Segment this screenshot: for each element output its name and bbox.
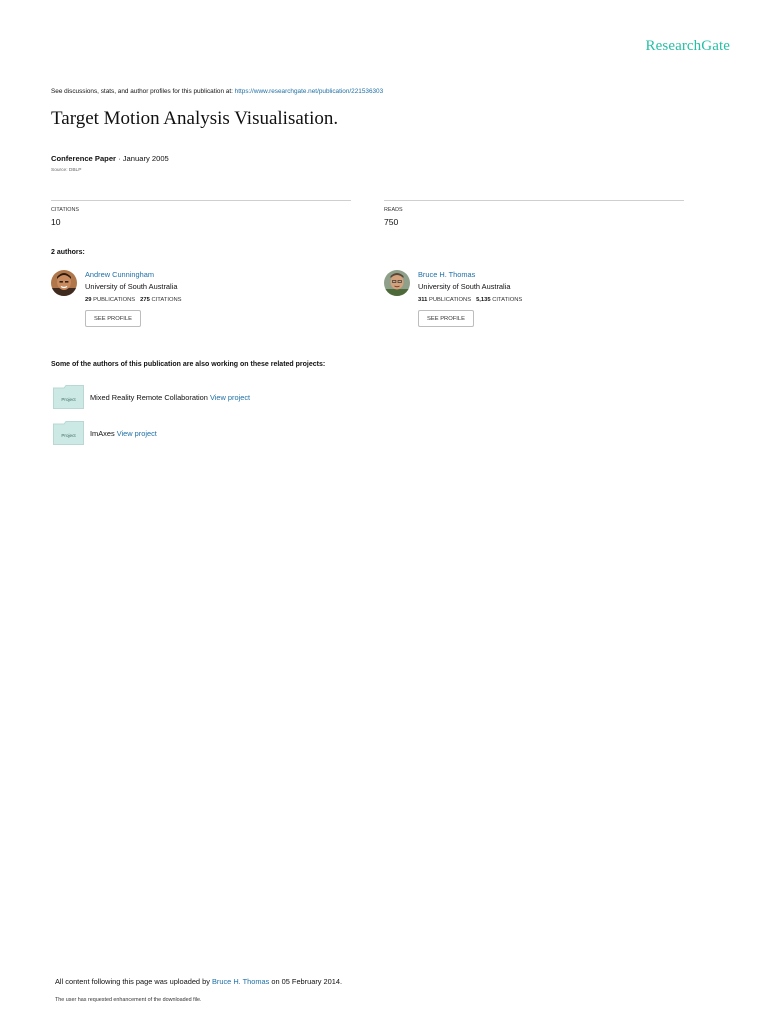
publications-label: PUBLICATIONS [428,297,472,303]
discussion-text: See discussions, stats, and author profi… [51,88,235,95]
project-name: ImAxes [90,429,115,438]
publications-count: 29 [85,297,92,303]
project-folder-icon: Project [53,421,84,445]
author-info: Bruce H. Thomas University of South Aust… [418,270,678,327]
author-name-link[interactable]: Andrew Cunningham [85,270,345,280]
see-profile-button[interactable]: SEE PROFILE [85,310,141,327]
enhancement-note: The user has requested enhancement of th… [55,997,202,1003]
author-stats: 29 PUBLICATIONS 275 CITATIONS [85,297,345,303]
avatar[interactable] [384,270,410,296]
publication-url-link[interactable]: https://www.researchgate.net/publication… [235,88,384,95]
view-project-link[interactable]: View project [117,429,157,438]
meta-separator: · [116,154,123,163]
uploader-link[interactable]: Bruce H. Thomas [212,977,269,986]
project-name: Mixed Reality Remote Collaboration [90,393,208,402]
avatar[interactable] [51,270,77,296]
citations-stat: CITATIONS 10 [51,200,351,227]
citations-count: 5,135 [476,297,491,303]
publications-label: PUBLICATIONS [93,297,136,303]
reads-stat: READS 750 [384,200,684,227]
project-icon-label: Project [61,433,76,438]
project-text: ImAxes View project [90,429,157,438]
project-folder-icon: Project [53,385,84,409]
author-stats: 311 PUBLICATIONS 5,135 CITATIONS [418,297,678,303]
reads-label: READS [384,207,403,213]
project-icon-label: Project [61,397,76,402]
publication-meta: Conference Paper · January 2005 [51,154,169,163]
upload-notice: All content following this page was uplo… [55,977,342,986]
view-project-link[interactable]: View project [210,393,250,402]
discussion-line: See discussions, stats, and author profi… [51,88,383,95]
upload-prefix: All content following this page was uplo… [55,977,212,986]
citations-label: CITATIONS [492,297,523,303]
citations-value: 10 [51,217,61,227]
author-institution: University of South Australia [418,282,511,291]
see-profile-button[interactable]: SEE PROFILE [418,310,474,327]
researchgate-logo[interactable]: ResearchGate [646,38,730,55]
reads-value: 750 [384,217,399,227]
publication-date: January 2005 [122,154,169,163]
publication-type: Conference Paper [51,154,116,163]
author-info: Andrew Cunningham University of South Au… [85,270,345,327]
citations-count: 275 [140,297,150,303]
project-text: Mixed Reality Remote Collaboration View … [90,393,250,402]
author-photo-icon [384,270,410,296]
authors-heading: 2 authors: [51,249,85,256]
publication-title: Target Motion Analysis Visualisation. [51,108,339,129]
author-name-link[interactable]: Bruce H. Thomas [418,270,678,280]
publications-count: 311 [418,297,428,303]
author-institution: University of South Australia [85,282,178,291]
related-projects-heading: Some of the authors of this publication … [51,361,326,368]
citations-label: CITATIONS [51,207,79,213]
publication-source: Source: DBLP [51,168,82,173]
author-photo-icon [51,270,77,296]
upload-suffix: on 05 February 2014. [269,977,343,986]
citations-label: CITATIONS [151,297,182,303]
